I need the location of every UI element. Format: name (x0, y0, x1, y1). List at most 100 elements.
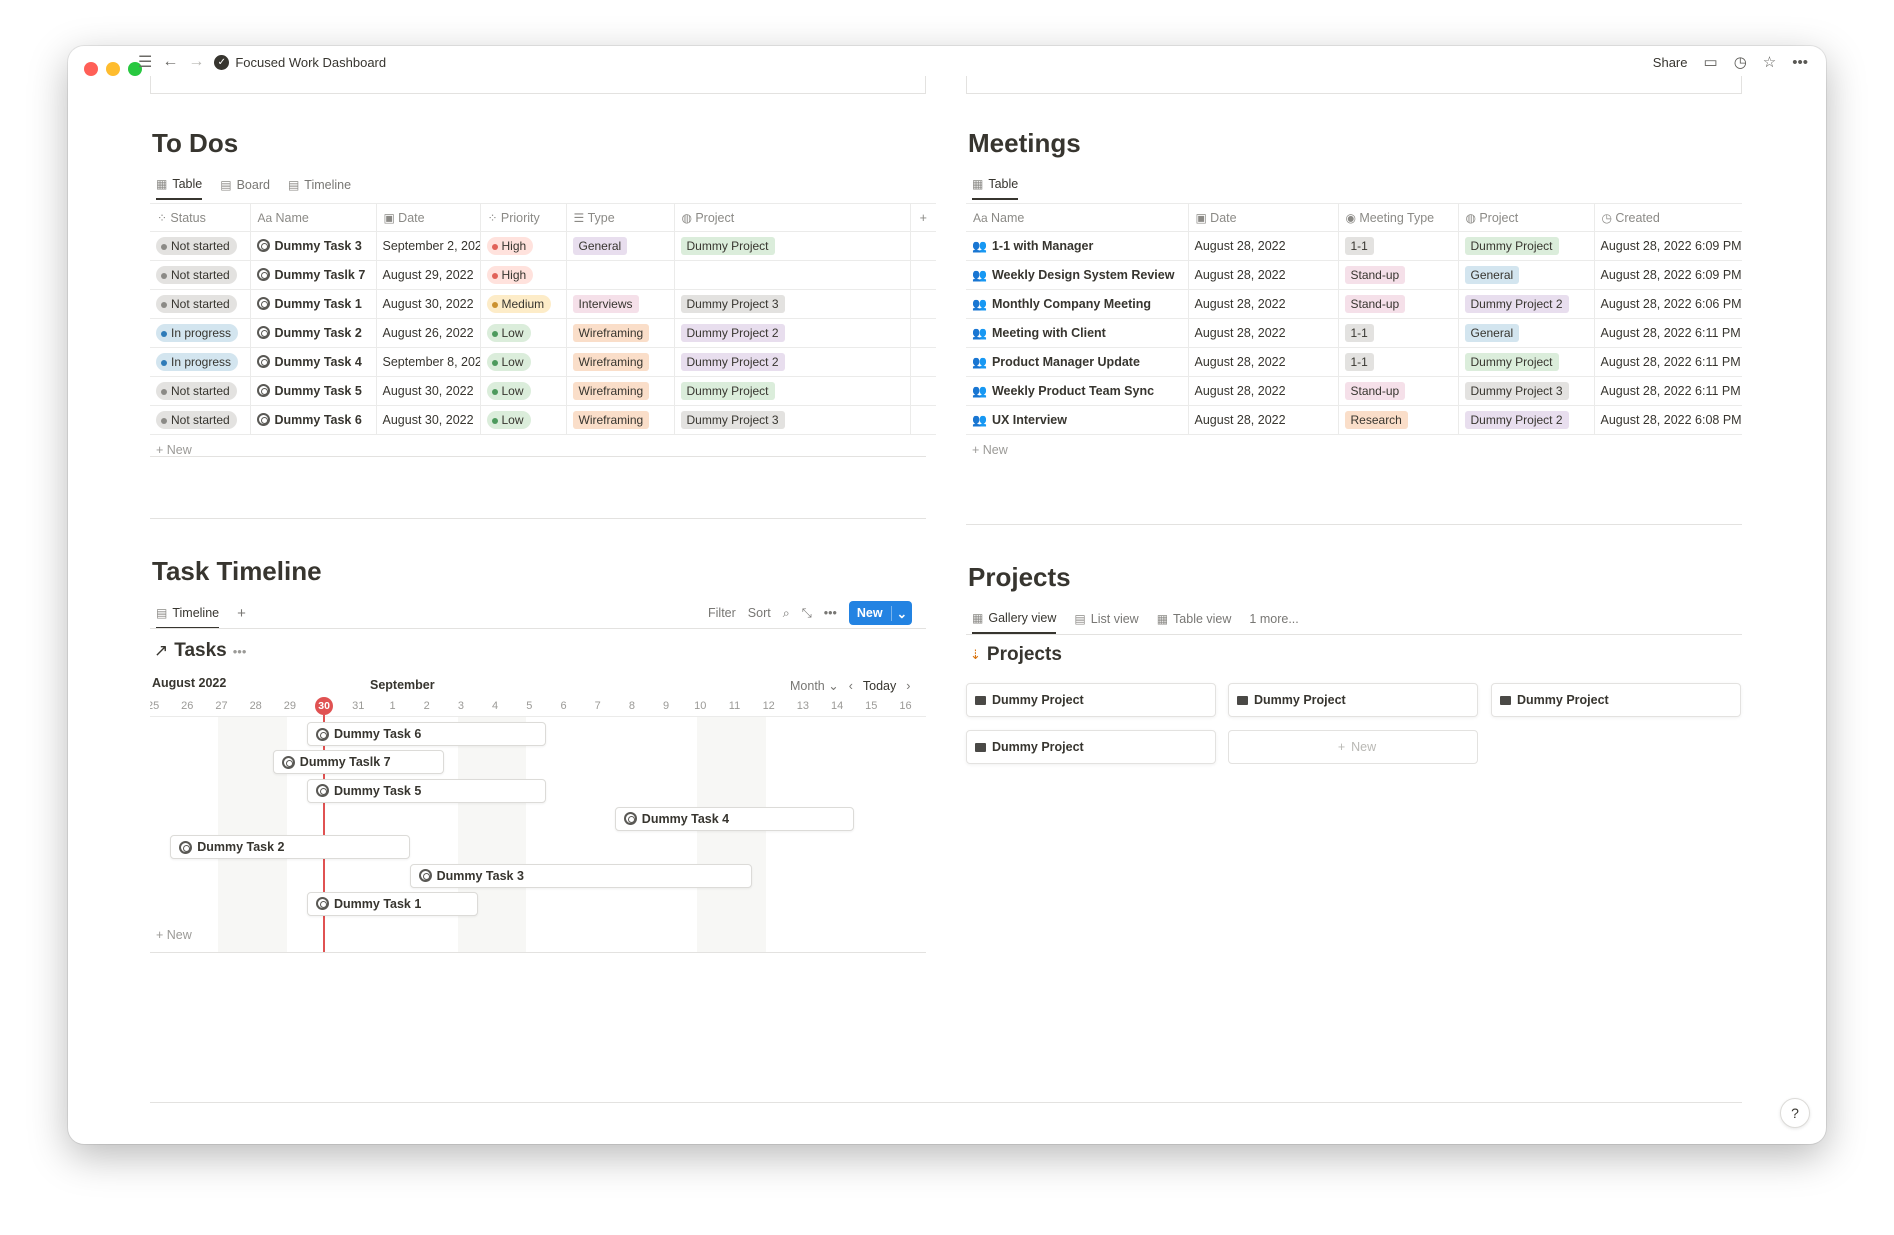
project-cell[interactable]: Dummy Project (1458, 231, 1595, 261)
table-row[interactable]: Not started Dummy Taslk 7 August 29, 202… (150, 260, 936, 290)
chevron-down-icon[interactable]: ⌄ (890, 605, 912, 621)
tab-table-view[interactable]: ▦ Table view (1157, 612, 1232, 633)
table-row[interactable]: In progress Dummy Task 4 September 8, 20… (150, 347, 936, 377)
date-cell[interactable]: September 8, 2022 (376, 347, 481, 377)
timeline-task-bar[interactable]: Dummy Task 1 (307, 891, 478, 916)
project-cell[interactable]: Dummy Project (674, 231, 911, 261)
more-options-icon[interactable]: ••• (1792, 54, 1808, 71)
table-row[interactable]: Not started Dummy Task 5 August 30, 2022… (150, 376, 936, 406)
col-type[interactable]: ☰ Type (566, 203, 675, 232)
date-cell[interactable]: August 28, 2022 (1188, 347, 1339, 377)
meeting-type-cell[interactable]: 1-1 (1338, 231, 1459, 261)
status-cell[interactable]: Not started (150, 376, 251, 406)
project-cell[interactable]: General (1458, 260, 1595, 290)
col-priority[interactable]: ⁘ Priority (480, 203, 567, 232)
search-icon[interactable]: ⌕ (783, 606, 790, 621)
meeting-type-cell[interactable]: Research (1338, 405, 1459, 435)
timeline-task-bar[interactable]: Dummy Taslk 7 (272, 750, 444, 775)
meeting-type-cell[interactable]: Stand-up (1338, 260, 1459, 290)
date-cell[interactable]: August 28, 2022 (1188, 376, 1339, 406)
back-arrow-icon[interactable]: ← (162, 53, 178, 71)
name-cell[interactable]: 👥 Meeting with Client (966, 318, 1189, 348)
name-cell[interactable]: Dummy Task 2 (250, 318, 377, 348)
priority-cell[interactable]: Low (480, 376, 567, 406)
tab-timeline[interactable]: ▤ Timeline (156, 606, 220, 629)
project-card[interactable]: Dummy Project (1491, 683, 1741, 717)
table-row[interactable]: 👥 Weekly Product Team Sync August 28, 202… (966, 376, 1742, 406)
created-cell[interactable]: August 28, 2022 6:06 PM (1594, 289, 1742, 319)
col-status[interactable]: ⁘ Status (150, 203, 251, 232)
project-cell[interactable]: Dummy Project (1458, 347, 1595, 377)
created-cell[interactable]: August 28, 2022 6:09 PM (1594, 260, 1742, 290)
date-cell[interactable]: August 28, 2022 (1188, 231, 1339, 261)
status-cell[interactable]: In progress (150, 347, 251, 377)
timeline-task-bar[interactable]: Dummy Task 4 (614, 806, 855, 831)
col-meeting-type[interactable]: ◉ Meeting Type (1338, 203, 1459, 232)
created-cell[interactable]: August 28, 2022 6:11 PM (1594, 318, 1742, 348)
table-row[interactable]: 👥 Product Manager Update August 28, 2022 … (966, 347, 1742, 377)
add-column-button[interactable]: + (910, 203, 936, 232)
expand-icon[interactable]: ⤡ (802, 606, 812, 621)
status-cell[interactable]: Not started (150, 289, 251, 319)
more-views-button[interactable]: 1 more... (1249, 612, 1298, 633)
prev-arrow-icon[interactable]: ‹ (849, 679, 853, 693)
zoom-select[interactable]: Month ⌄ (790, 678, 839, 693)
name-cell[interactable]: 👥 1-1 with Manager (966, 231, 1189, 261)
meeting-type-cell[interactable]: 1-1 (1338, 347, 1459, 377)
project-cell[interactable]: Dummy Project 2 (1458, 405, 1595, 435)
col-name[interactable]: Aa Name (966, 203, 1189, 232)
new-project-card[interactable]: + New (1228, 730, 1478, 764)
status-cell[interactable]: Not started (150, 260, 251, 290)
date-cell[interactable]: August 28, 2022 (1188, 289, 1339, 319)
date-cell[interactable]: August 26, 2022 (376, 318, 481, 348)
created-cell[interactable]: August 28, 2022 6:11 PM (1594, 376, 1742, 406)
tasks-title[interactable]: Tasks (174, 640, 226, 662)
help-button[interactable]: ? (1780, 1098, 1810, 1128)
priority-cell[interactable]: Medium (480, 289, 567, 319)
table-row[interactable]: 👥 UX Interview August 28, 2022 Research D… (966, 405, 1742, 435)
date-cell[interactable]: August 28, 2022 (1188, 405, 1339, 435)
tab-board[interactable]: ▤ Board (220, 178, 270, 199)
date-cell[interactable]: August 30, 2022 (376, 289, 481, 319)
project-cell[interactable]: Dummy Project 2 (674, 347, 911, 377)
col-project[interactable]: ◍ Project (1458, 203, 1595, 232)
date-cell[interactable]: August 29, 2022 (376, 260, 481, 290)
more-icon[interactable]: ••• (824, 606, 837, 620)
name-cell[interactable]: Dummy Taslk 7 (250, 260, 377, 290)
priority-cell[interactable]: High (480, 231, 567, 261)
name-cell[interactable]: Dummy Task 1 (250, 289, 377, 319)
filter-button[interactable]: Filter (708, 606, 736, 620)
priority-cell[interactable]: Low (480, 318, 567, 348)
todos-new-row[interactable]: + New (150, 435, 926, 465)
meeting-type-cell[interactable]: Stand-up (1338, 289, 1459, 319)
table-row[interactable]: 👥 Monthly Company Meeting August 28, 2022… (966, 289, 1742, 319)
project-card[interactable]: Dummy Project (966, 683, 1216, 717)
status-cell[interactable]: Not started (150, 231, 251, 261)
table-row[interactable]: 👥 Meeting with Client August 28, 2022 1-1… (966, 318, 1742, 348)
created-cell[interactable]: August 28, 2022 6:11 PM (1594, 347, 1742, 377)
date-cell[interactable]: September 2, 2022 (376, 231, 481, 261)
col-date[interactable]: ▣ Date (1188, 203, 1339, 232)
date-cell[interactable]: August 28, 2022 (1188, 318, 1339, 348)
name-cell[interactable]: 👥 Product Manager Update (966, 347, 1189, 377)
col-project[interactable]: ◍ Project (674, 203, 911, 232)
table-row[interactable]: 👥 Weekly Design System Review August 28, … (966, 260, 1742, 290)
date-cell[interactable]: August 30, 2022 (376, 376, 481, 406)
minimize-window-button[interactable] (106, 62, 120, 76)
priority-cell[interactable]: Low (480, 347, 567, 377)
tab-list-view[interactable]: ▤ List view (1074, 612, 1138, 633)
project-card[interactable]: Dummy Project (966, 730, 1216, 764)
sidebar-toggle-icon[interactable]: ☰ (138, 52, 152, 72)
page-breadcrumb[interactable]: ✓ Focused Work Dashboard (214, 54, 386, 70)
projects-subtitle[interactable]: Projects (987, 644, 1062, 666)
project-cell[interactable]: Dummy Project 2 (674, 318, 911, 348)
share-button[interactable]: Share (1653, 55, 1688, 70)
project-cell[interactable]: General (1458, 318, 1595, 348)
type-cell[interactable]: Wireframing (566, 347, 675, 377)
project-cell[interactable]: Dummy Project 3 (674, 405, 911, 435)
priority-cell[interactable]: Low (480, 405, 567, 435)
table-row[interactable]: Not started Dummy Task 6 August 30, 2022… (150, 405, 936, 435)
created-cell[interactable]: August 28, 2022 6:08 PM (1594, 405, 1742, 435)
table-row[interactable]: 👥 1-1 with Manager August 28, 2022 1-1 Du… (966, 231, 1742, 261)
name-cell[interactable]: 👥 UX Interview (966, 405, 1189, 435)
